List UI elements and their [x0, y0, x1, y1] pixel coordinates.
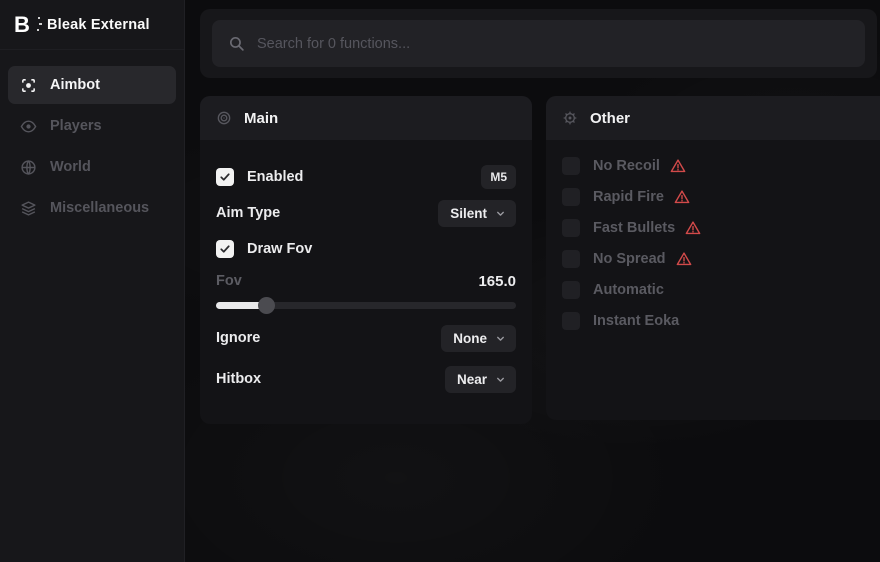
sidebar-item-label: Players [50, 118, 102, 134]
enabled-checkbox[interactable] [216, 168, 234, 186]
feature-checkbox[interactable] [562, 157, 580, 175]
chevron-down-icon [495, 333, 506, 344]
enabled-row: Enabled M5 [216, 164, 516, 190]
sidebar-item-label: Miscellaneous [50, 200, 149, 216]
panel-main-title: Main [244, 110, 278, 127]
sidebar-item-world[interactable]: World [8, 148, 176, 186]
aim-type-dropdown[interactable]: Silent [438, 200, 516, 227]
feature-row-no-spread[interactable]: No Spread [562, 246, 864, 272]
sidebar: B Bleak External Aimbot Players World [0, 0, 185, 562]
warning-icon [685, 220, 701, 236]
ignore-value: None [453, 331, 487, 346]
fov-value: 165.0 [478, 273, 516, 290]
ignore-dropdown[interactable]: None [441, 325, 516, 352]
chevron-down-icon [495, 208, 506, 219]
feature-label: No Recoil [593, 158, 660, 174]
feature-checkbox[interactable] [562, 219, 580, 237]
feature-row-no-recoil[interactable]: No Recoil [562, 153, 864, 179]
eye-icon [20, 118, 37, 135]
panel-other-header: Other [546, 96, 880, 140]
panels-row: Main Enabled M5 Aim Type Silent [200, 96, 880, 424]
hitbox-label: Hitbox [216, 371, 261, 387]
panel-other-title: Other [590, 110, 630, 127]
feature-checkbox[interactable] [562, 188, 580, 206]
feature-row-rapid-fire[interactable]: Rapid Fire [562, 184, 864, 210]
feature-row-fast-bullets[interactable]: Fast Bullets [562, 215, 864, 241]
sidebar-item-players[interactable]: Players [8, 107, 176, 145]
hitbox-dropdown[interactable]: Near [445, 366, 516, 393]
sidebar-item-miscellaneous[interactable]: Miscellaneous [8, 189, 176, 227]
feature-checkbox[interactable] [562, 312, 580, 330]
feature-row-automatic[interactable]: Automatic [562, 277, 864, 303]
fov-slider[interactable] [216, 297, 516, 313]
ignore-label: Ignore [216, 330, 260, 346]
panel-main-body: Enabled M5 Aim Type Silent D [200, 140, 532, 408]
keybind-badge[interactable]: M5 [481, 165, 516, 189]
feature-checkbox[interactable] [562, 281, 580, 299]
chevron-down-icon [495, 374, 506, 385]
crosshair-icon [20, 77, 37, 94]
app-logo-icon: B [14, 14, 36, 36]
enabled-label: Enabled [247, 169, 303, 185]
aim-type-label: Aim Type [216, 205, 280, 221]
app-title: Bleak External [47, 17, 150, 33]
check-icon [219, 171, 231, 183]
panel-main-header: Main [200, 96, 532, 140]
feature-label: Fast Bullets [593, 220, 675, 236]
panel-other: Other No Recoil Rapid Fire Fast Bullets [546, 96, 880, 420]
app-logo: B Bleak External [0, 0, 184, 50]
draw-fov-checkbox[interactable] [216, 240, 234, 258]
fov-row: Fov 165.0 [216, 270, 516, 292]
sidebar-item-aimbot[interactable]: Aimbot [8, 66, 176, 104]
search-icon [228, 35, 245, 52]
search-container [200, 9, 877, 78]
layers-icon [20, 200, 37, 217]
panel-main: Main Enabled M5 Aim Type Silent [200, 96, 532, 424]
hitbox-value: Near [457, 372, 487, 387]
target-icon [216, 110, 232, 126]
draw-fov-row: Draw Fov [216, 236, 516, 262]
feature-row-instant-eoka[interactable]: Instant Eoka [562, 308, 864, 334]
warning-icon [674, 189, 690, 205]
draw-fov-label: Draw Fov [247, 241, 312, 257]
feature-label: Instant Eoka [593, 313, 679, 329]
sidebar-item-label: World [50, 159, 91, 175]
panel-other-body: No Recoil Rapid Fire Fast Bullets [546, 140, 880, 355]
warning-icon [676, 251, 692, 267]
warning-icon [670, 158, 686, 174]
aim-type-row: Aim Type Silent [216, 200, 516, 226]
fov-label: Fov [216, 273, 242, 289]
search-box[interactable] [212, 20, 865, 67]
gear-icon [562, 110, 578, 126]
fov-slider-thumb[interactable] [258, 297, 275, 314]
feature-label: Rapid Fire [593, 189, 664, 205]
check-icon [219, 243, 231, 255]
sidebar-item-label: Aimbot [50, 77, 100, 93]
hitbox-row: Hitbox Near [216, 366, 516, 392]
sidebar-nav: Aimbot Players World Miscellaneous [0, 50, 184, 243]
aim-type-value: Silent [450, 206, 487, 221]
main-content: Main Enabled M5 Aim Type Silent [185, 0, 880, 562]
search-input[interactable] [257, 36, 849, 52]
feature-label: No Spread [593, 251, 666, 267]
feature-checkbox[interactable] [562, 250, 580, 268]
ignore-row: Ignore None [216, 325, 516, 351]
globe-icon [20, 159, 37, 176]
feature-label: Automatic [593, 282, 664, 298]
